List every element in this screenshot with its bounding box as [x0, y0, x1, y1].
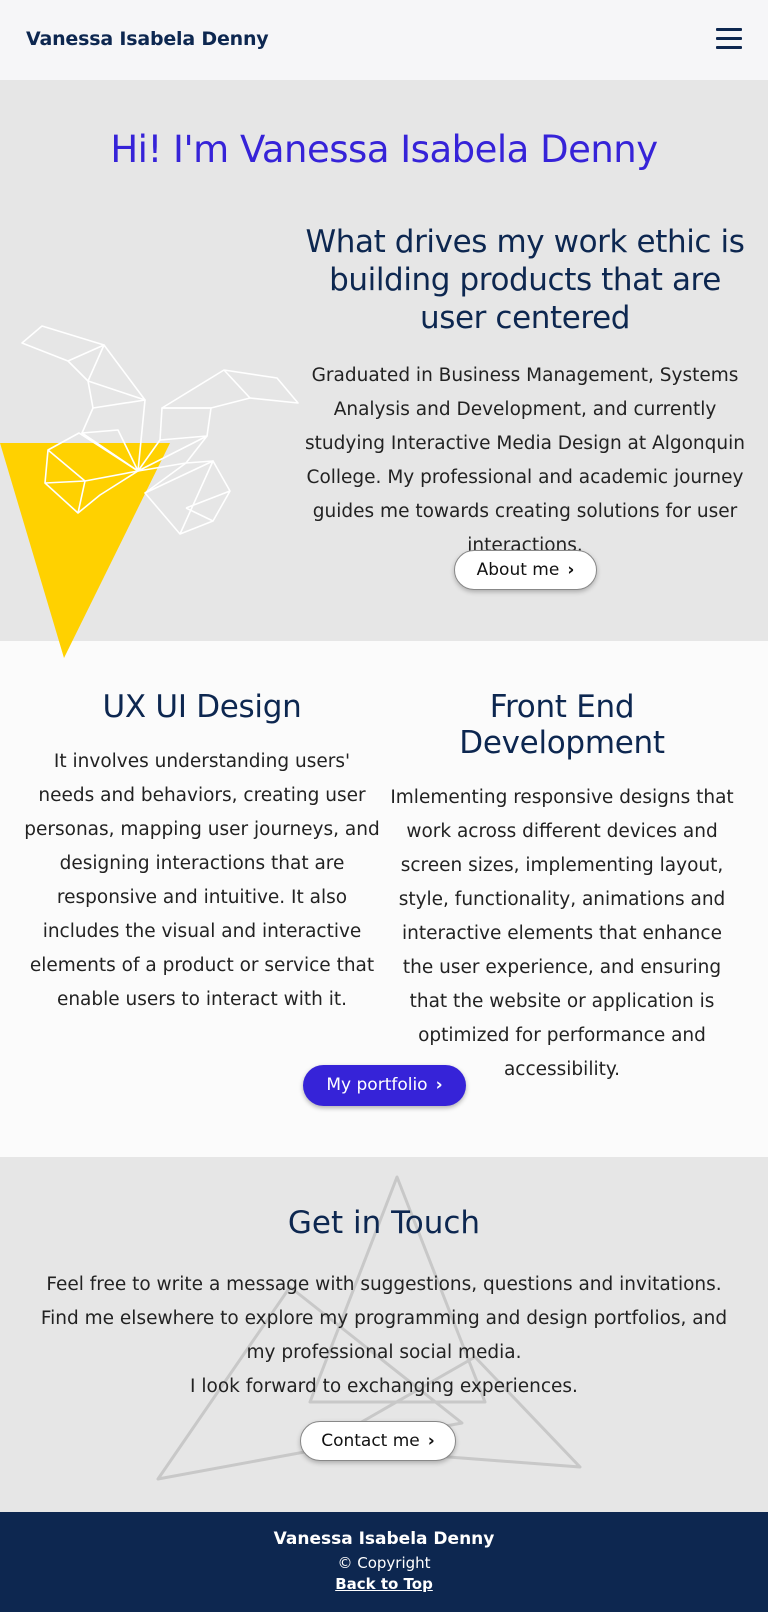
hero-section: Hi! I'm Vanessa Isabela Denny What drive… [0, 80, 768, 658]
hero-intro: What drives my work ethic is building pr… [300, 223, 750, 563]
hero-paragraph: Graduated in Business Management, System… [305, 365, 745, 556]
contact-me-button[interactable]: Contact me › [300, 1421, 456, 1461]
chevron-right-icon: › [435, 1075, 443, 1095]
footer-name: Vanessa Isabela Denny [273, 1529, 495, 1549]
chevron-right-icon: › [567, 560, 575, 580]
contact-line: Find me elsewhere to explore my programm… [40, 1308, 728, 1363]
contact-line: Feel free to write a message with sugges… [46, 1274, 722, 1295]
contact-line: I look forward to exchanging experiences… [190, 1376, 578, 1397]
about-me-label: About me [476, 560, 560, 580]
service-description: Imlementing responsive designs that work… [390, 787, 734, 1080]
service-description: It involves understanding users' needs a… [24, 751, 380, 1010]
back-to-top-link[interactable]: Back to Top [0, 1575, 768, 1593]
site-header: Vanessa Isabela Denny [0, 0, 768, 80]
site-footer: Vanessa Isabela Denny © Copyright Back t… [0, 1512, 768, 1612]
service-ux-ui: UX UI Design It involves understanding u… [24, 689, 380, 1017]
yellow-triangle-shape [0, 443, 170, 658]
my-portfolio-button[interactable]: My portfolio › [303, 1065, 466, 1106]
service-title: Front End Development [459, 689, 665, 761]
service-front-end: Front End Development Imlementing respon… [384, 689, 740, 1087]
services-section: UX UI Design It involves understanding u… [0, 641, 768, 1157]
contact-title: Get in Touch [287, 1205, 481, 1241]
contact-me-label: Contact me [321, 1431, 420, 1451]
brand-name[interactable]: Vanessa Isabela Denny [26, 28, 269, 50]
portfolio-label: My portfolio [326, 1075, 428, 1095]
hero-subtitle: What drives my work ethic is building pr… [305, 224, 745, 336]
about-me-button[interactable]: About me › [454, 550, 597, 590]
contact-text: Feel free to write a message with sugges… [30, 1268, 738, 1404]
service-title: UX UI Design [102, 689, 302, 725]
footer-copyright: © Copyright [337, 1554, 431, 1572]
hamburger-menu-icon[interactable] [716, 28, 744, 52]
geometric-bird-illustration [0, 325, 299, 658]
contact-section: Get in Touch Feel free to write a messag… [0, 1157, 768, 1512]
hero-title: Hi! I'm Vanessa Isabela Denny [110, 128, 658, 171]
chevron-right-icon: › [427, 1431, 435, 1451]
